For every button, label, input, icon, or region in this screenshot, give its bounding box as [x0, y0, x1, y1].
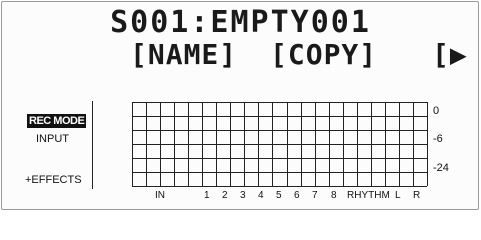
- meter-channel-label: 7: [312, 190, 318, 201]
- meter-channel-label: L: [395, 190, 401, 201]
- meter-channel-label: 6: [294, 190, 300, 201]
- meter-scale-label: -6: [433, 133, 443, 145]
- meter-channel-label: 4: [258, 190, 264, 201]
- meter-channel-label: IN: [155, 190, 165, 201]
- meter-scale-label: -24: [433, 162, 449, 174]
- meter-channel-label: 3: [240, 190, 246, 201]
- meter-channel-label: 1: [204, 190, 210, 201]
- meter-channel-label: RHYTHM: [347, 190, 390, 201]
- level-meter: 0 -6 -24 IN 1 2 3 4 5 6 7 8 RHYTHM L R: [132, 102, 449, 201]
- meter-channel-label: 8: [331, 190, 337, 201]
- meter-scale-label: 0: [433, 105, 439, 117]
- meter-channel-label: R: [413, 190, 420, 201]
- meter-channel-label: 5: [276, 190, 282, 201]
- meter-channel-label: 2: [222, 190, 228, 201]
